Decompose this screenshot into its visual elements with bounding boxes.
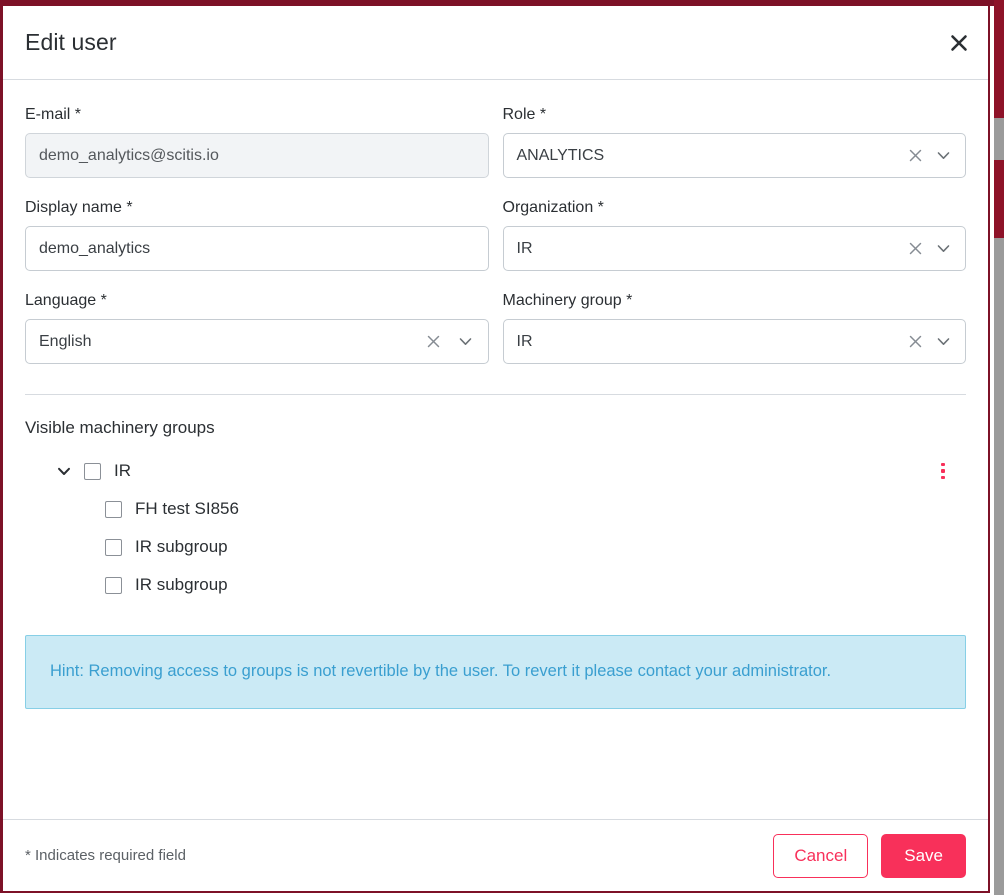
field-language: Language * English xyxy=(25,291,489,364)
organization-clear-icon[interactable] xyxy=(905,239,925,259)
save-button[interactable]: Save xyxy=(881,833,966,878)
tree-label-child: FH test SI856 xyxy=(135,499,239,518)
dialog-footer: * Indicates required field Cancel Save xyxy=(3,819,988,891)
field-role: Role * ANALYTICS xyxy=(502,105,966,178)
kebab-dot xyxy=(941,475,945,480)
kebab-dot xyxy=(941,469,945,473)
organization-select[interactable]: IR xyxy=(502,226,966,271)
tree-checkbox-child[interactable] xyxy=(105,538,122,556)
machinery-group-select[interactable]: IR xyxy=(502,319,966,364)
dialog-body: E-mail * demo_analytics@scitis.io Role *… xyxy=(3,80,988,819)
email-value: demo_analytics@scitis.io xyxy=(39,147,219,164)
tree-row-child: IR subgroup xyxy=(25,566,966,604)
tree-checkbox-child[interactable] xyxy=(105,576,122,594)
display-name-field[interactable]: demo_analytics xyxy=(25,226,489,271)
role-select[interactable]: ANALYTICS xyxy=(502,133,966,178)
language-label: Language * xyxy=(25,292,107,309)
display-name-value: demo_analytics xyxy=(39,240,151,257)
tree-checkbox-child[interactable] xyxy=(105,500,122,518)
machinery-group-clear-icon[interactable] xyxy=(905,332,925,352)
tree-label-child: IR subgroup xyxy=(135,575,228,594)
machinery-group-chevron-down-icon[interactable] xyxy=(933,332,953,352)
app-right-panel-accent xyxy=(994,160,1004,238)
language-chevron-down-icon[interactable] xyxy=(456,332,476,352)
close-icon xyxy=(949,33,969,53)
more-vertical-icon[interactable] xyxy=(930,458,956,484)
organization-chevron-down-icon[interactable] xyxy=(933,239,953,259)
visible-machinery-groups-section: Visible machinery groups IR FH test SI85… xyxy=(25,395,966,604)
hint-banner: Hint: Removing access to groups is not r… xyxy=(25,635,966,709)
close-button[interactable] xyxy=(942,26,976,60)
field-organization: Organization * IR xyxy=(502,198,966,271)
email-field: demo_analytics@scitis.io xyxy=(25,133,489,178)
page-title: Edit user xyxy=(25,29,117,55)
tree-expand-chevron-down-icon[interactable] xyxy=(53,460,75,482)
required-field-note: * Indicates required field xyxy=(25,847,186,864)
email-label: E-mail * xyxy=(25,106,82,123)
role-select-icons xyxy=(905,146,965,166)
organization-label: Organization * xyxy=(502,199,604,216)
language-clear-icon[interactable] xyxy=(424,332,444,352)
role-clear-icon[interactable] xyxy=(905,146,925,166)
role-chevron-down-icon[interactable] xyxy=(933,146,953,166)
tree-row-parent: IR xyxy=(25,452,966,490)
machinery-group-value: IR xyxy=(516,333,533,350)
kebab-dot xyxy=(941,462,945,467)
language-select[interactable]: English xyxy=(25,319,489,364)
machinery-group-label: Machinery group * xyxy=(502,292,633,309)
dialog-header: Edit user xyxy=(3,6,988,80)
tree-checkbox-parent[interactable] xyxy=(84,462,101,480)
edit-user-dialog: Edit user E-mail * demo_analytics@scitis… xyxy=(0,4,990,893)
tree-label-parent: IR xyxy=(114,461,131,480)
role-label: Role * xyxy=(502,106,547,123)
organization-value: IR xyxy=(516,240,533,257)
field-machinery-group: Machinery group * IR xyxy=(502,291,966,364)
tree-row-child: FH test SI856 xyxy=(25,490,966,528)
footer-actions: Cancel Save xyxy=(773,833,966,878)
cancel-button[interactable]: Cancel xyxy=(773,833,869,878)
language-value: English xyxy=(39,333,92,350)
user-form: E-mail * demo_analytics@scitis.io Role *… xyxy=(25,80,966,384)
tree-label-child: IR subgroup xyxy=(135,537,228,556)
role-value: ANALYTICS xyxy=(516,147,605,164)
organization-select-icons xyxy=(905,239,965,259)
display-name-label: Display name * xyxy=(25,199,133,216)
tree-row-child: IR subgroup xyxy=(25,528,966,566)
language-select-icons xyxy=(424,332,488,352)
hint-text: Hint: Removing access to groups is not r… xyxy=(50,662,832,680)
field-email: E-mail * demo_analytics@scitis.io xyxy=(25,105,489,178)
machinery-group-select-icons xyxy=(905,332,965,352)
field-display-name: Display name * demo_analytics xyxy=(25,198,489,271)
visible-machinery-groups-title: Visible machinery groups xyxy=(25,418,215,437)
